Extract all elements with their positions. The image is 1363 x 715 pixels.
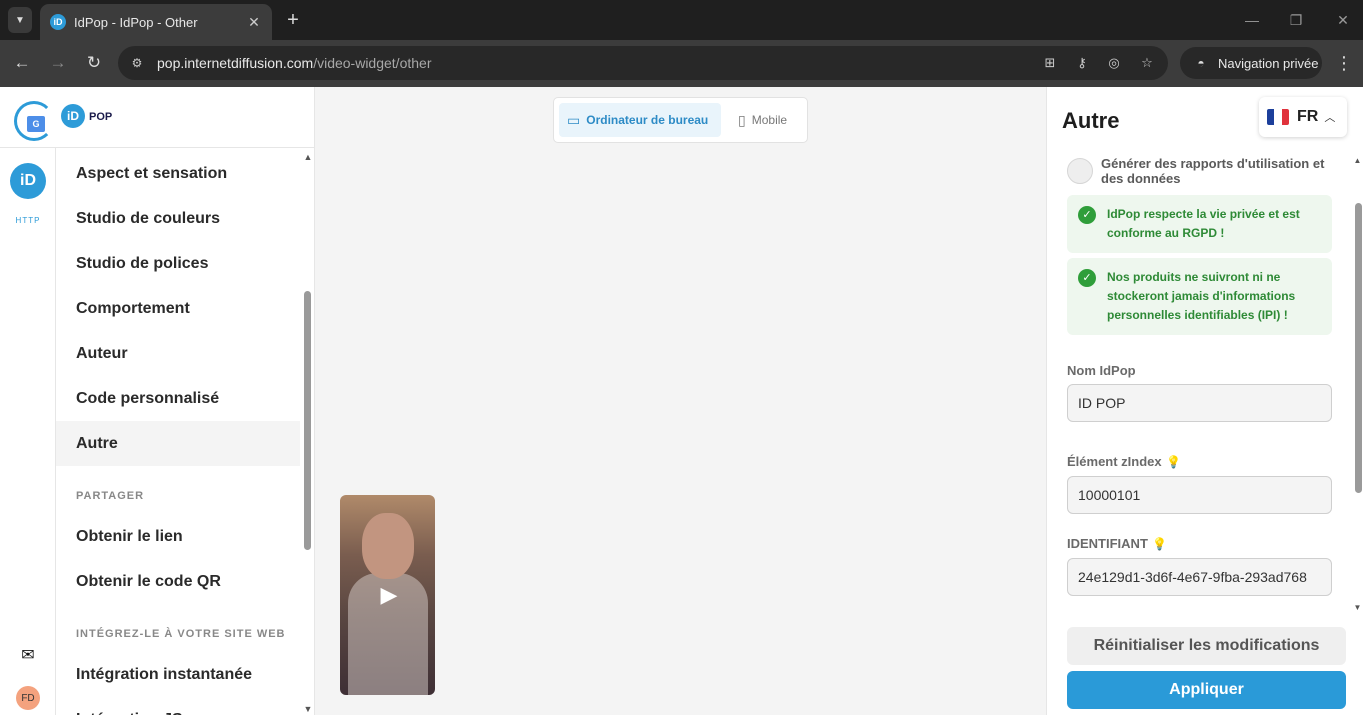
usage-report-label: Générer des rapports d'utilisation et de… [1101, 156, 1325, 186]
url-path: /video-widget/other [313, 55, 432, 71]
play-icon[interactable]: ▶ [378, 582, 400, 607]
video-widget-preview[interactable]: ▶ [340, 495, 435, 695]
pii-notice-text: Nos produits ne suivront ni ne stockeron… [1107, 270, 1296, 322]
incognito-indicator[interactable]: ◓ Navigation privée [1180, 47, 1322, 79]
panel-scroll-thumb[interactable] [1355, 203, 1362, 493]
chevron-up-icon: ︿ [1324, 112, 1336, 124]
eye-off-icon[interactable]: ◎ [1104, 54, 1124, 72]
tab-close-icon[interactable]: ✕ [246, 14, 262, 31]
language-switcher[interactable]: FR ︿ [1259, 97, 1347, 137]
sidebar-item-font-studio[interactable]: Studio de polices [56, 241, 300, 286]
desktop-view-button[interactable]: ▭ Ordinateur de bureau [559, 103, 721, 137]
sidebar-item-js-embed[interactable]: Intégration JS [56, 697, 300, 715]
rail-app-logo[interactable]: iD [10, 163, 46, 199]
video-person-face [362, 513, 414, 579]
monitor-icon: ▭ [567, 111, 581, 128]
panel-scroll-up-icon[interactable]: ▲ [1353, 156, 1362, 166]
zindex-input[interactable] [1067, 476, 1332, 514]
app: G iD POP iD HTTP ✉ FD Aspect et sensatio… [0, 87, 1363, 715]
translate-badge-icon[interactable]: G [14, 101, 54, 141]
gdpr-notice-text: IdPop respecte la vie privée et est conf… [1107, 207, 1300, 240]
device-toggle: ▭ Ordinateur de bureau ▯ Mobile [553, 97, 808, 143]
sidebar-item-look-and-feel[interactable]: Aspect et sensation [56, 151, 300, 196]
france-flag-icon [1267, 109, 1289, 125]
restore-icon[interactable]: ❐ [1284, 8, 1308, 32]
incognito-icon: ◓ [1197, 56, 1205, 70]
browser-menu-icon[interactable]: ⋮ [1334, 51, 1354, 75]
browser-tab-bar: ▼ iD IdPop - IdPop - Other ✕ + — ❐ ✕ [0, 0, 1363, 40]
panel-title: Autre [1062, 108, 1120, 133]
sidebar-scroll-thumb[interactable] [304, 291, 311, 550]
sidebar-item-instant-embed[interactable]: Intégration instantanée [56, 652, 300, 697]
usage-report-toggle[interactable] [1067, 158, 1093, 184]
language-code: FR [1297, 108, 1319, 125]
star-icon[interactable]: ☆ [1137, 54, 1157, 72]
mobile-view-button[interactable]: ▯ Mobile [730, 103, 804, 137]
sidebar-item-color-studio[interactable]: Studio de couleurs [56, 196, 300, 241]
brand-name: POP [89, 111, 113, 123]
gdpr-notice: ✓ IdPop respecte la vie privée et est co… [1067, 195, 1332, 253]
lightbulb-icon[interactable]: 💡 [1166, 455, 1181, 469]
tab-search-chevron-icon[interactable]: ▼ [8, 7, 32, 33]
id-input[interactable] [1067, 558, 1332, 596]
address-bar[interactable]: ⚙ pop.internetdiffusion.com/video-widget… [118, 46, 1168, 80]
zindex-label: Élément zIndex 💡 [1067, 454, 1182, 469]
pii-notice: ✓ Nos produits ne suivront ni ne stocker… [1067, 258, 1332, 335]
new-tab-icon[interactable]: + [282, 8, 304, 32]
sidebar-item-other[interactable]: Autre [56, 421, 300, 466]
settings-panel: Autre FR ︿ Générer des rapports d'utilis… [1046, 87, 1363, 715]
phone-icon: ▯ [738, 111, 746, 128]
incognito-label: Navigation privée [1218, 55, 1319, 71]
name-input[interactable] [1067, 384, 1332, 422]
mobile-view-label: Mobile [751, 113, 788, 127]
id-label: IDENTIFIANT 💡 [1067, 536, 1168, 551]
rail-secondary-icon[interactable]: HTTP [14, 216, 42, 230]
key-icon[interactable]: ⚷ [1072, 54, 1092, 72]
browser-toolbar: ← → ↻ ⚙ pop.internetdiffusion.com/video-… [0, 40, 1363, 87]
reset-button[interactable]: Réinitialiser les modifications [1067, 627, 1346, 665]
icon-rail: iD HTTP ✉ FD [0, 148, 56, 715]
preview-area: ▭ Ordinateur de bureau ▯ Mobile ▶ [315, 87, 1046, 715]
translate-icon[interactable]: ⊞ [1040, 54, 1060, 72]
back-icon[interactable]: ← [10, 51, 34, 75]
forward-icon[interactable]: → [46, 51, 70, 75]
desktop-view-label: Ordinateur de bureau [586, 113, 709, 127]
window-close-icon[interactable]: ✕ [1331, 8, 1355, 32]
settings-sidebar: Aspect et sensation Studio de couleurs S… [56, 148, 315, 715]
tab-title: IdPop - IdPop - Other [74, 14, 198, 30]
sidebar-scroll-up-icon[interactable]: ▲ [303, 152, 313, 162]
sidebar-section-share: PARTAGER [76, 490, 145, 502]
url-host: pop.internetdiffusion.com [157, 55, 314, 71]
minimize-icon[interactable]: — [1240, 8, 1264, 32]
apply-button[interactable]: Appliquer [1067, 671, 1346, 709]
name-label: Nom IdPop [1067, 363, 1136, 378]
sidebar-item-get-link[interactable]: Obtenir le lien [56, 514, 300, 559]
url-text[interactable]: pop.internetdiffusion.com/video-widget/o… [157, 55, 431, 71]
check-circle-icon: ✓ [1078, 269, 1096, 287]
sidebar-item-author[interactable]: Auteur [56, 331, 300, 376]
panel-scroll-down-icon[interactable]: ▼ [1353, 603, 1362, 613]
panel-scroll-area: Générer des rapports d'utilisation et de… [1047, 151, 1363, 617]
tab-favicon: iD [50, 14, 66, 30]
sidebar-item-behavior[interactable]: Comportement [56, 286, 300, 331]
avatar[interactable]: FD [16, 686, 40, 710]
lightbulb-icon[interactable]: 💡 [1152, 537, 1167, 551]
sidebar-item-custom-code[interactable]: Code personnalisé [56, 376, 300, 421]
check-circle-icon: ✓ [1078, 206, 1096, 224]
sidebar-section-embed: INTÉGREZ-LE À VOTRE SITE WEB [76, 628, 286, 640]
site-info-icon[interactable]: ⚙ [128, 54, 146, 72]
sidebar-item-get-qr[interactable]: Obtenir le code QR [56, 559, 300, 604]
mail-icon[interactable]: ✉ [18, 647, 38, 664]
translate-g-icon: G [27, 116, 45, 132]
sidebar-scroll-down-icon[interactable]: ▼ [303, 704, 313, 714]
brand-bar: G iD POP [0, 87, 315, 148]
browser-tab[interactable]: iD IdPop - IdPop - Other ✕ [40, 4, 272, 40]
brand-logo[interactable]: iD [61, 104, 85, 128]
reload-icon[interactable]: ↻ [82, 51, 106, 75]
